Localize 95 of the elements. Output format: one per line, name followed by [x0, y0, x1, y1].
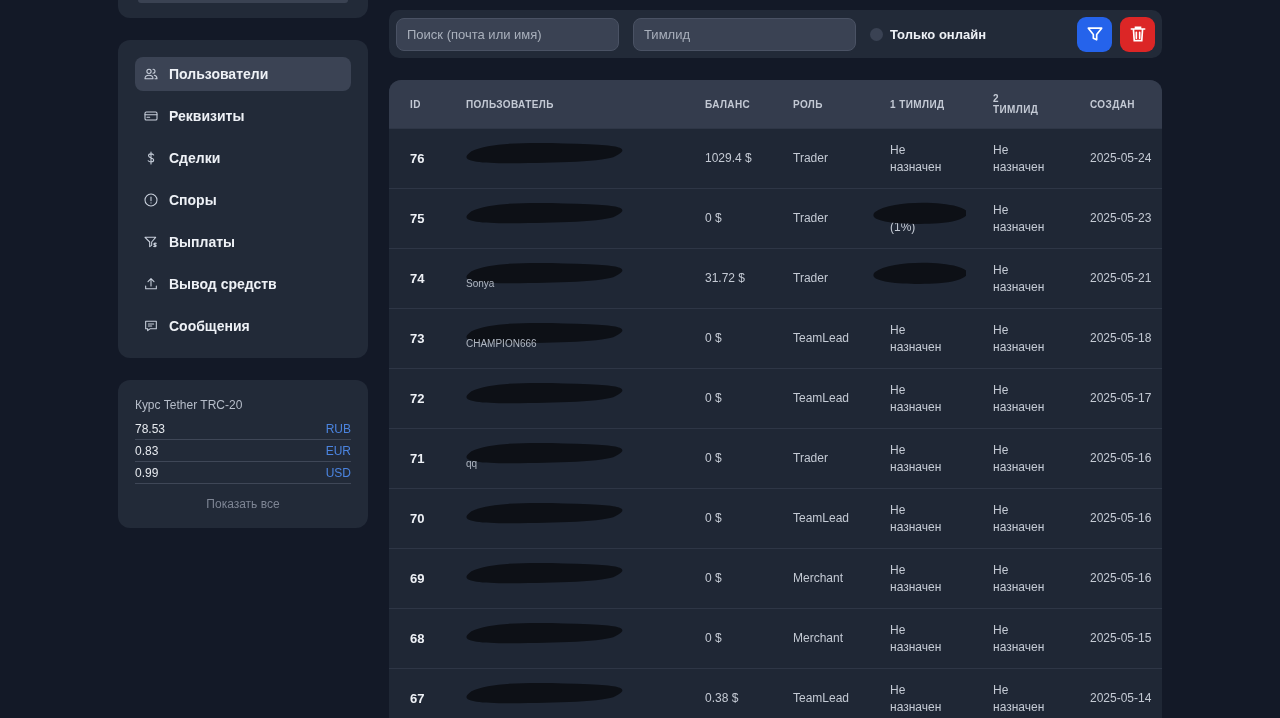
table-cell-text: 67 [409, 690, 426, 707]
message-icon [143, 318, 159, 334]
column-header: 1 ТИМЛИД [890, 98, 946, 110]
table-cell-text: 0.38 $ [705, 690, 740, 707]
card-icon [143, 108, 159, 124]
table-cell-text: 2025-05-18 [1090, 330, 1153, 347]
currency-link[interactable]: EUR [325, 444, 351, 458]
currency-link[interactable]: RUB [325, 422, 351, 436]
currency-link[interactable]: USD [325, 466, 351, 480]
table-cell-text: Не назначен [890, 381, 943, 416]
table-cell-text: 2025-05-16 [1090, 450, 1153, 467]
table-cell-text: Не назначен [993, 561, 1046, 596]
table-cell-text: 74 [409, 270, 426, 287]
table-cell-text: 0 $ [705, 330, 723, 347]
upload-icon [143, 276, 159, 292]
sidebar-item[interactable]: Реквизиты [135, 99, 351, 133]
table-cell-text: 0 $ [705, 390, 723, 407]
funnel-icon [143, 234, 159, 250]
sidebar-item[interactable]: Пользователи [135, 57, 351, 91]
table-cell-text: 68 [409, 630, 426, 647]
table-cell-text: Не назначен [993, 681, 1046, 716]
table-cell-text: 72 [409, 390, 426, 407]
table-cell-text: TeamLead [793, 330, 851, 347]
sidebar-item[interactable]: Сделки [135, 141, 351, 175]
table-cell-text: Не назначен [993, 501, 1046, 536]
table-cell-text: Не назначен [993, 621, 1046, 656]
table-cell-text: TeamLead [793, 690, 851, 707]
column-header: РОЛЬ [793, 98, 824, 110]
rate-value: 0.99 [135, 466, 159, 480]
table-cell-text: TeamLead [793, 510, 851, 527]
table-cell-text: Не назначен [993, 201, 1046, 236]
search-field[interactable]: Поиск (почта или имя) [396, 17, 619, 51]
table-cell-text: 2025-05-17 [1090, 390, 1153, 407]
sidebar-item[interactable]: Вывод средств [135, 267, 351, 301]
user-name: Sonya [466, 277, 495, 291]
table-cell-text: TeamLead [793, 390, 851, 407]
column-header: 2 ТИМЛИД [993, 93, 1040, 115]
table-cell-text: Merchant [793, 570, 845, 587]
table-cell-text: Не назначен [890, 141, 943, 176]
table-cell-text: Не назначен [890, 441, 943, 476]
filter-button[interactable] [1077, 16, 1112, 52]
table-cell-text: Trader [793, 450, 829, 467]
table-cell-text: 0 $ [705, 630, 723, 647]
table-cell-text: Не назначен [993, 321, 1046, 356]
table-cell-text: 2025-05-16 [1090, 570, 1153, 587]
table-cell-text: Не назначен [890, 561, 943, 596]
table-cell-text: 76 [409, 150, 426, 167]
rate-value: 0.83 [135, 444, 159, 458]
table-cell-text: Не назначен [993, 381, 1046, 416]
table-cell-text: Merchant [793, 630, 845, 647]
show-all-button[interactable]: Показать все [200, 496, 286, 512]
table-cell-text: 0 $ [705, 510, 723, 527]
table-cell-text: Trader [793, 270, 829, 287]
table-cell-text: Trader [793, 150, 829, 167]
table-cell-text: 75 [409, 210, 426, 227]
sidebar-item[interactable]: Сообщения [135, 309, 351, 343]
table-cell-text: 0 $ [705, 450, 723, 467]
table-cell-text: 71 [409, 450, 426, 467]
table-cell-text: 0 $ [705, 570, 723, 587]
table-cell-text: 2025-05-24 [1090, 150, 1153, 167]
table-cell-text: 2025-05-14 [1090, 690, 1153, 707]
table-cell-text: Не назначен [993, 261, 1046, 296]
table-cell-text: 73 [409, 330, 426, 347]
table-cell-text: Не назначен [993, 441, 1046, 476]
table-cell-text: Не назначен [890, 681, 943, 716]
delete-button[interactable] [1120, 16, 1155, 52]
table-cell-text: 2025-05-15 [1090, 630, 1153, 647]
table-cell-text: 2025-05-23 [1090, 210, 1153, 227]
rate-value: 78.53 [135, 422, 166, 436]
table-cell-text: Не назначен [890, 321, 943, 356]
checkbox[interactable] [870, 27, 883, 41]
online-only-label: Только онлайн [890, 26, 986, 42]
column-header: БАЛАНС [705, 98, 752, 110]
table-cell-text: 0 $ [705, 210, 723, 227]
user-name: qq [466, 457, 478, 471]
column-header: СОЗДАН [1090, 98, 1136, 110]
table-cell-text: 2025-05-21 [1090, 270, 1153, 287]
table-cell-text: 2025-05-16 [1090, 510, 1153, 527]
table-cell-text: Не назначен [993, 141, 1046, 176]
table-cell-text: 1029.4 $ [705, 150, 753, 167]
table-cell-text: 69 [409, 570, 426, 587]
table-cell-text: 31.72 $ [705, 270, 747, 287]
alert-icon [143, 192, 159, 208]
users-icon [143, 66, 159, 82]
column-header: ПОЛЬЗОВАТЕЛЬ [466, 98, 555, 110]
sidebar-item[interactable]: Выплаты [135, 225, 351, 259]
sidebar-item[interactable]: Споры [135, 183, 351, 217]
user-name: CHAMPION666 [466, 337, 537, 351]
table-cell-text: Не назначен [890, 621, 943, 656]
table-cell-text: Не назначен [890, 501, 943, 536]
rates-title: Курс Tether TRC-20 [135, 398, 244, 412]
table-cell-text: 70 [409, 510, 426, 527]
column-header: ID [409, 98, 422, 110]
teamlead-field[interactable]: Тимлид [633, 17, 856, 51]
table-cell-text: Trader [793, 210, 829, 227]
